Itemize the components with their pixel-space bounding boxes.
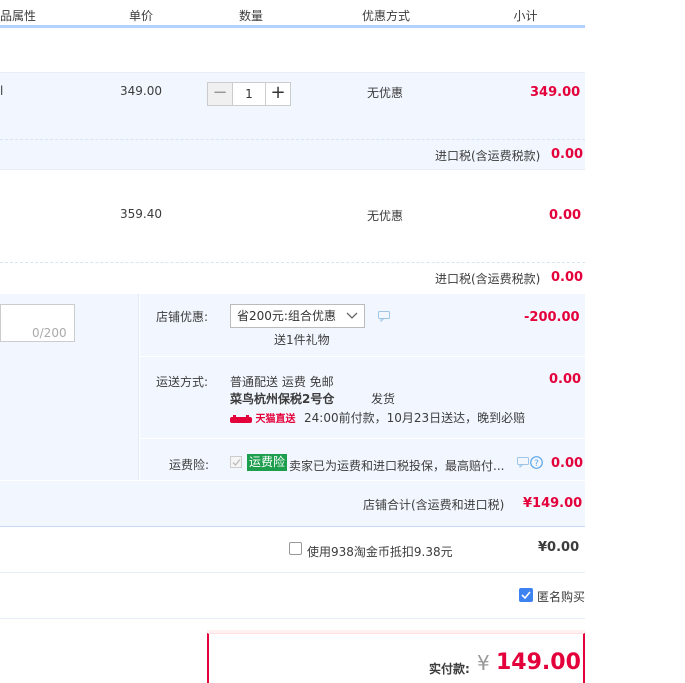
header-attr: 品属性	[0, 9, 37, 23]
payment-amount: 149.00	[496, 650, 581, 675]
check-icon	[521, 591, 531, 600]
tmall-badge-text: 天猫直送	[255, 414, 296, 425]
tmall-icon	[230, 414, 252, 423]
header-price: 单价	[128, 9, 153, 23]
quantity-input[interactable]: 1	[233, 82, 265, 106]
item-price: 359.40	[120, 207, 162, 221]
payment-label: 实付款:	[429, 662, 470, 676]
decrease-button[interactable]: −	[207, 82, 233, 106]
shipping-value: 0.00	[549, 372, 582, 387]
promo-value: -200.00	[524, 310, 580, 325]
item-tax-value: 0.00	[551, 147, 584, 162]
shipping-label: 运送方式:	[156, 375, 209, 389]
item-discount: 无优惠	[367, 209, 404, 223]
insurance-label: 运费险:	[169, 458, 210, 472]
item-subtotal: 0.00	[549, 208, 582, 223]
insurance-text: 卖家已为运费和进口税投保，最高赔付...	[289, 459, 505, 473]
table-header: 品属性 单价 数量 优惠方式 小计	[0, 0, 585, 28]
item-tax-value: 0.00	[551, 270, 584, 285]
item-attr-text: l	[0, 84, 4, 98]
memo-counter: 0/200	[32, 326, 67, 340]
promo-label: 店铺优惠:	[156, 310, 209, 324]
coin-label: 使用938淘金币抵扣9.38元	[307, 545, 453, 559]
svg-text:?: ?	[534, 459, 539, 469]
item-tax-label: 进口税(含运费税款)	[435, 149, 541, 163]
shop-total-label: 店铺合计(含运费和进口税)	[363, 498, 505, 512]
shipping-method: 普通配送 运费 免邮	[230, 375, 334, 389]
item-subtotal: 349.00	[530, 85, 581, 100]
promo-select[interactable]: 省200元:组合优惠	[230, 304, 365, 328]
quantity-stepper[interactable]: − 1 +	[207, 82, 291, 106]
header-discount: 优惠方式	[361, 9, 410, 23]
tmall-direct-badge: 天猫直送	[230, 410, 295, 425]
gift-text: 送1件礼物	[274, 333, 330, 347]
coin-value: ¥0.00	[538, 540, 580, 555]
item-price: 349.00	[120, 84, 162, 98]
increase-button[interactable]: +	[265, 82, 291, 106]
seller-memo-input[interactable]: 0/200	[0, 304, 75, 342]
check-icon	[232, 459, 241, 466]
chevron-down-icon	[346, 312, 358, 319]
warehouse-suffix: 发货	[371, 392, 396, 406]
coin-checkbox[interactable]	[289, 542, 302, 555]
help-icon[interactable]: ?	[530, 456, 543, 469]
anonymous-label: 匿名购买	[537, 590, 586, 604]
header-quantity: 数量	[238, 9, 263, 23]
insurance-checkbox[interactable]	[230, 456, 242, 468]
promo-select-value: 省200元:组合优惠	[237, 309, 336, 323]
insurance-value: 0.00	[551, 456, 584, 471]
warehouse-name: 菜鸟杭州保税2号仓	[230, 392, 335, 406]
header-subtotal: 小计	[513, 9, 538, 23]
comment-icon[interactable]	[378, 311, 390, 322]
shop-total-value: ¥149.00	[523, 496, 583, 511]
insurance-tag: 运费险	[247, 454, 288, 471]
item-discount: 无优惠	[367, 86, 404, 100]
delivery-promise: 24:00前付款，10月23日送达，晚到必赔	[304, 411, 526, 425]
payment-currency: ¥	[477, 651, 490, 675]
item-tax-label: 进口税(含运费税款)	[435, 272, 541, 286]
comment-icon[interactable]	[517, 457, 529, 468]
anonymous-checkbox[interactable]	[519, 588, 533, 602]
